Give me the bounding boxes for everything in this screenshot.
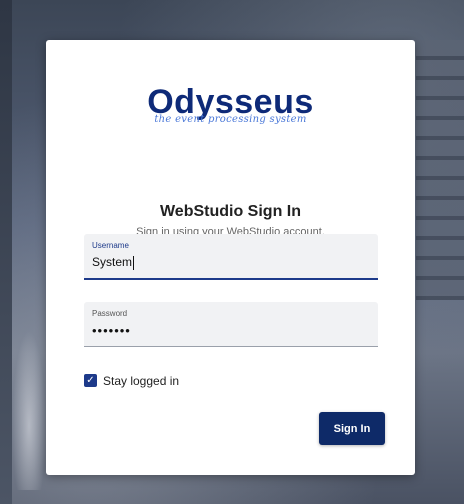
username-label: Username bbox=[92, 241, 129, 250]
background-tree bbox=[12, 330, 46, 490]
login-card: Odysseus the event processing system Web… bbox=[46, 40, 415, 475]
password-label: Password bbox=[92, 309, 128, 318]
sign-in-button[interactable]: Sign In bbox=[319, 412, 385, 445]
background-building bbox=[416, 40, 464, 300]
password-input[interactable]: ••••••• bbox=[92, 323, 131, 338]
brand-logo: Odysseus the event processing system bbox=[46, 84, 415, 125]
password-field[interactable]: Password ••••••• bbox=[84, 302, 378, 347]
stay-logged-in-label[interactable]: Stay logged in bbox=[103, 374, 179, 388]
signin-title: WebStudio Sign In bbox=[159, 203, 302, 220]
username-field[interactable]: Username System bbox=[84, 234, 378, 280]
background-edge bbox=[0, 0, 12, 504]
brand-tagline: the event processing system bbox=[154, 114, 307, 125]
username-value: System bbox=[92, 255, 133, 269]
stay-logged-in-checkbox[interactable]: ✓ bbox=[84, 374, 97, 387]
username-input[interactable]: System bbox=[92, 255, 135, 270]
text-cursor bbox=[133, 255, 135, 270]
